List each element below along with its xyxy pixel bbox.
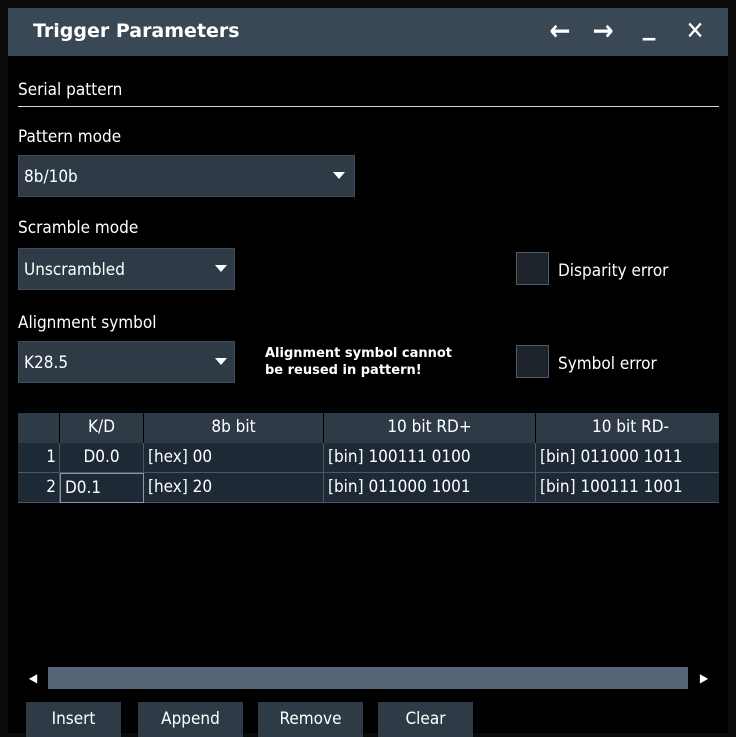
title-bar: Trigger Parameters ← → _ ✕	[8, 8, 728, 56]
alignment-symbol-label: Alignment symbol	[18, 313, 157, 333]
pattern-table: K/D 8b bit 10 bit RD+ 10 bit RD- 1 D0.0 …	[18, 413, 719, 664]
clear-button[interactable]: Clear	[378, 702, 473, 737]
rd-plus-cell[interactable]: [bin] 011000 1001	[324, 473, 536, 503]
rd-minus-cell[interactable]: [bin] 100111 1001	[536, 473, 719, 503]
column-header-10bit-rd-plus[interactable]: 10 bit RD+	[324, 413, 536, 443]
rd-minus-cell[interactable]: [bin] 011000 1011	[536, 443, 719, 473]
symbol-error-checkbox[interactable]	[516, 345, 549, 378]
note-line-2: be reused in pattern!	[265, 363, 422, 378]
header-corner	[18, 413, 60, 443]
scramble-mode-dropdown[interactable]: Unscrambled	[18, 248, 235, 290]
row-number: 1	[18, 443, 60, 473]
alignment-symbol-note: Alignment symbol cannot be reused in pat…	[265, 345, 452, 379]
window-title: Trigger Parameters	[33, 20, 240, 42]
alignment-symbol-dropdown[interactable]: K28.5	[18, 341, 235, 383]
disparity-error-checkbox[interactable]	[516, 252, 549, 285]
insert-button[interactable]: Insert	[26, 702, 121, 737]
disparity-error-label: Disparity error	[558, 261, 669, 281]
scramble-mode-label: Scramble mode	[18, 218, 139, 238]
section-divider	[18, 106, 719, 107]
8b-bit-cell[interactable]: [hex] 00	[144, 443, 324, 473]
forward-arrow-icon[interactable]: →	[586, 16, 620, 46]
symbol-error-label: Symbol error	[558, 354, 657, 374]
kd-cell[interactable]: D0.0	[60, 443, 144, 473]
row-number: 2	[18, 473, 60, 503]
chevron-down-icon	[215, 265, 227, 272]
remove-button[interactable]: Remove	[258, 702, 363, 737]
chevron-down-icon	[215, 358, 227, 365]
note-line-1: Alignment symbol cannot	[265, 346, 453, 361]
append-button[interactable]: Append	[138, 702, 243, 737]
rd-plus-cell[interactable]: [bin] 100111 0100	[324, 443, 536, 473]
scrollbar-thumb[interactable]	[48, 667, 688, 689]
pattern-mode-dropdown[interactable]: 8b/10b	[18, 155, 355, 197]
horizontal-scrollbar[interactable]: ◀ ▶	[18, 663, 719, 693]
pattern-mode-value: 8b/10b	[24, 167, 78, 187]
table-header: K/D 8b bit 10 bit RD+ 10 bit RD-	[18, 413, 719, 443]
pattern-mode-label: Pattern mode	[18, 127, 122, 147]
column-header-10bit-rd-minus[interactable]: 10 bit RD-	[536, 413, 719, 443]
scroll-left-icon[interactable]: ◀	[18, 663, 48, 693]
column-header-8b-bit[interactable]: 8b bit	[144, 413, 324, 443]
scramble-mode-value: Unscrambled	[24, 260, 125, 280]
scroll-right-icon[interactable]: ▶	[689, 663, 719, 693]
table-row[interactable]: 1 D0.0 [hex] 00 [bin] 100111 0100 [bin] …	[18, 443, 719, 473]
minimize-icon[interactable]: _	[632, 10, 666, 40]
trigger-parameters-window: Trigger Parameters ← → _ ✕ Serial patter…	[8, 8, 728, 737]
back-arrow-icon[interactable]: ←	[543, 16, 577, 46]
8b-bit-cell[interactable]: [hex] 20	[144, 473, 324, 503]
chevron-down-icon	[333, 172, 345, 179]
table-row[interactable]: 2 D0.1 [hex] 20 [bin] 011000 1001 [bin] …	[18, 473, 719, 503]
section-title: Serial pattern	[18, 80, 123, 100]
column-header-kd[interactable]: K/D	[60, 413, 144, 443]
close-icon[interactable]: ✕	[678, 16, 712, 46]
kd-cell-selected[interactable]: D0.1	[60, 473, 144, 503]
alignment-symbol-value: K28.5	[24, 353, 69, 373]
